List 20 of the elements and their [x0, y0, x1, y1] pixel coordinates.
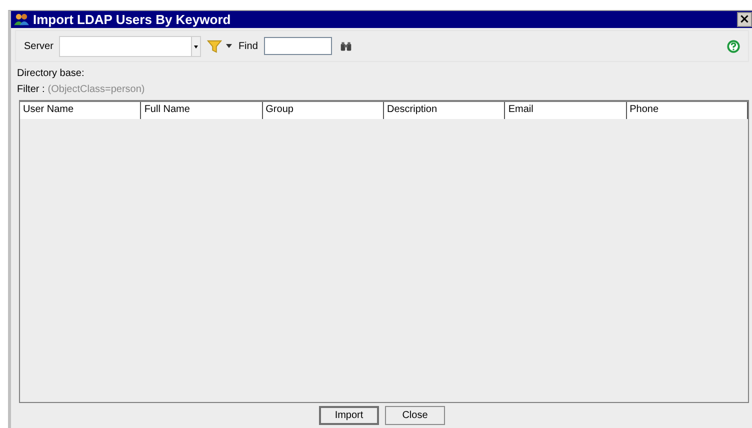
- server-label: Server: [24, 40, 54, 52]
- filter-value: (ObjectClass=person): [48, 84, 145, 95]
- close-button[interactable]: ×: [737, 12, 752, 27]
- column-header[interactable]: Full Name: [141, 102, 263, 119]
- filter-label: Filter :: [17, 84, 45, 95]
- window-title: Import LDAP Users By Keyword: [33, 12, 232, 27]
- column-header[interactable]: Email: [505, 102, 627, 119]
- dialog-button[interactable]: Close: [385, 406, 445, 425]
- find-label: Find: [238, 40, 258, 52]
- find-field[interactable]: [264, 37, 332, 55]
- column-header[interactable]: Description: [384, 102, 506, 119]
- caret-icon[interactable]: [226, 44, 232, 48]
- binoculars-icon[interactable]: [340, 40, 352, 52]
- users-icon: [14, 13, 29, 26]
- dialog-button[interactable]: Import: [319, 406, 379, 425]
- help-icon[interactable]: [727, 40, 740, 52]
- column-header[interactable]: Group: [262, 102, 384, 119]
- column-header[interactable]: Phone: [626, 102, 748, 119]
- directory-base-label: Directory base:: [17, 68, 86, 79]
- column-header[interactable]: User Name: [20, 102, 142, 119]
